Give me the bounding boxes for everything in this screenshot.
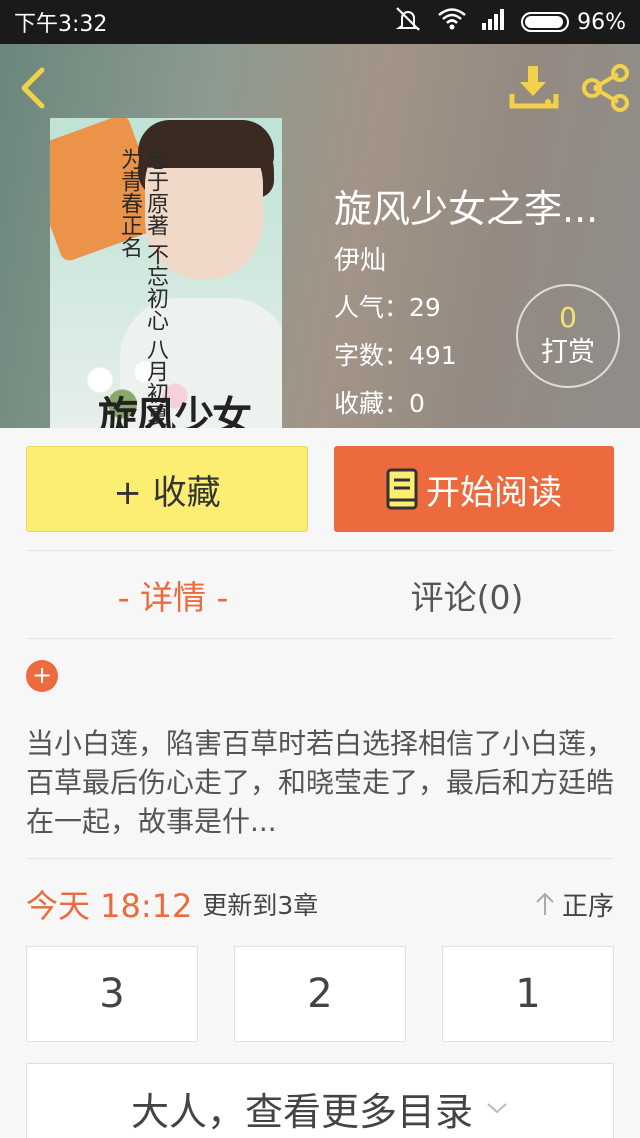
tab-comments[interactable]: 评论(0) [320,552,614,638]
download-button[interactable] [508,64,560,112]
start-reading-label: 开始阅读 [426,472,562,513]
book-author[interactable]: 伊灿 [334,240,386,277]
reward-label: 打赏 [541,337,595,368]
sort-order-label: 正序 [561,891,614,922]
chapter-item[interactable]: 3 [26,946,198,1042]
battery-fill [525,16,564,28]
book-summary[interactable]: 当小白莲，陷害百草时若白选择相信了小白莲，百草最后伤心走了，和晓莹走了，最后和方… [26,724,614,842]
mute-icon [393,6,423,38]
book-header: 忠于原著 不忘初心 八月初夏 为青春正名 旋风少女 旋风少女之李... 伊灿 人… [0,44,640,428]
back-button[interactable] [14,64,54,112]
status-bar: 下午3:32 96% [0,0,640,44]
detail-tabs: - 详情 - 评论(0) [26,552,614,638]
more-catalog-button[interactable]: 大人，查看更多目录 [26,1063,614,1138]
sort-order-button[interactable]: 正序 [534,886,614,923]
download-icon [509,66,559,109]
arrow-up-icon [536,892,554,915]
divider [26,638,614,639]
book-cover[interactable]: 忠于原著 不忘初心 八月初夏 为青春正名 旋风少女 [50,118,282,428]
update-text: 更新到3章 [202,891,319,920]
battery-percent: 96% [577,9,626,35]
reward-count: 0 [559,301,577,334]
book-icon [386,468,418,510]
chapter-item[interactable]: 2 [234,946,406,1042]
reward-button[interactable]: 0 打赏 [516,284,620,388]
update-time: 今天 18:12 [26,887,193,925]
more-catalog-label: 大人，查看更多目录 [130,1089,473,1134]
collect-label: + 收藏 [113,472,221,513]
start-reading-button[interactable]: 开始阅读 [334,446,614,532]
book-title: 旋风少女之李... [334,187,599,231]
tab-detail[interactable]: - 详情 - [26,552,320,638]
chevron-left-icon [21,67,45,109]
action-row: + 收藏 开始阅读 [26,446,614,532]
cover-title: 旋风少女 [98,393,252,428]
battery-indicator: 96% [521,10,626,35]
divider [26,858,614,859]
chapter-list: 3 2 1 [26,946,614,1042]
collect-button[interactable]: + 收藏 [26,446,308,532]
word-count-stat: 字数：491 [334,341,457,370]
divider [26,550,614,551]
expand-summary-button[interactable]: + [26,660,58,692]
share-button[interactable] [580,64,632,112]
chapter-item[interactable]: 1 [442,946,614,1042]
status-time: 下午3:32 [14,12,108,37]
favorites-stat: 收藏：0 [334,389,425,418]
update-row: 今天 18:12 更新到3章 正序 [26,880,614,928]
chevron-down-icon [487,1103,507,1114]
share-icon [582,64,629,112]
battery-icon [521,12,570,32]
wifi-icon [437,7,467,37]
popularity-stat: 人气：29 [334,293,441,322]
signal-icon [481,8,507,36]
